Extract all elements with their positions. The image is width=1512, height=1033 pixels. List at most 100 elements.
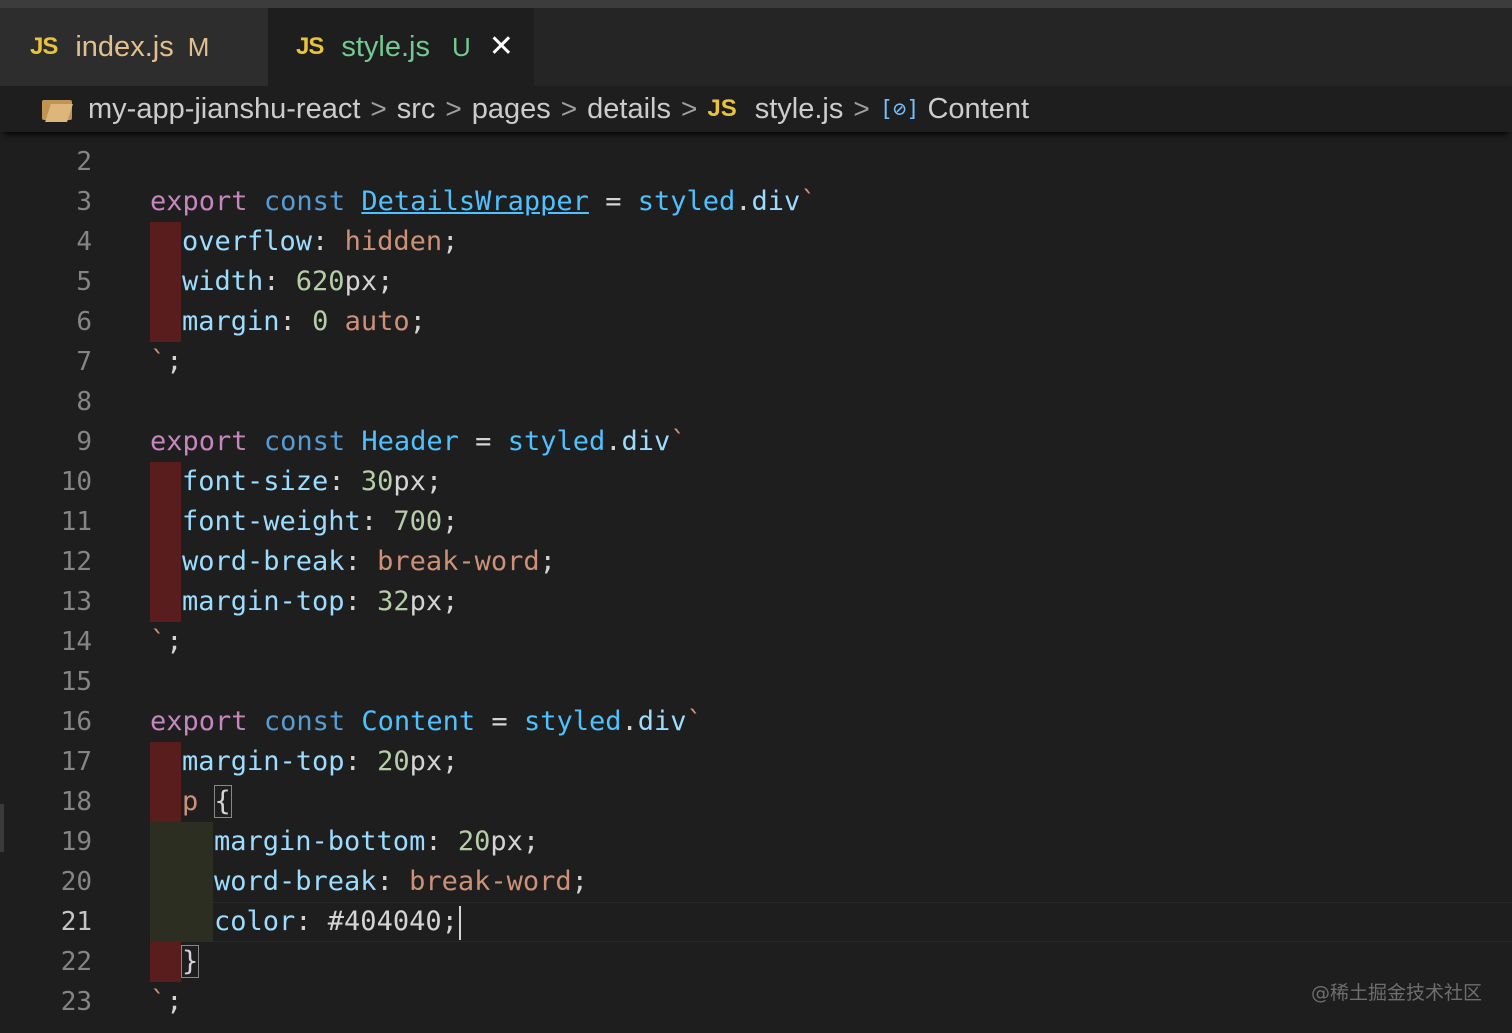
line-number: 14 xyxy=(60,627,92,657)
symbol-field-icon: [⊘] xyxy=(879,96,920,122)
line-number: 16 xyxy=(60,707,92,737)
code-line: 22 } xyxy=(0,942,1512,982)
line-number: 23 xyxy=(60,987,92,1017)
code-text: color: #404040; xyxy=(214,902,461,942)
line-number: 4 xyxy=(76,227,92,257)
modified-status-badge: M xyxy=(187,31,210,62)
breadcrumb-item-src[interactable]: src xyxy=(397,93,436,126)
code-line: 14 `; xyxy=(0,622,1512,662)
indent-highlight xyxy=(150,582,181,622)
code-text: margin-bottom: 20px; xyxy=(214,826,540,857)
code-text: font-weight: 700; xyxy=(182,506,459,537)
line-number: 21 xyxy=(60,907,92,937)
indent-highlight xyxy=(150,462,181,502)
breadcrumb-item-file[interactable]: style.js xyxy=(755,93,844,126)
line-number: 10 xyxy=(60,467,92,497)
code-text: overflow: hidden; xyxy=(182,226,459,257)
line-number: 3 xyxy=(76,187,92,217)
code-text: `; xyxy=(150,986,183,1017)
js-file-icon: JS xyxy=(296,33,324,60)
code-editor[interactable]: 2 3 export const DetailsWrapper = styled… xyxy=(0,132,1512,1033)
chevron-right-icon: > xyxy=(680,93,698,124)
code-line: 18 p { xyxy=(0,782,1512,822)
tab-label: style.js xyxy=(341,30,430,63)
folder-icon xyxy=(42,98,73,122)
code-line: 7 `; xyxy=(0,342,1512,382)
indent-highlight xyxy=(150,822,213,862)
line-number: 20 xyxy=(60,867,92,897)
code-line: 19 margin-bottom: 20px; xyxy=(0,822,1512,862)
line-number: 13 xyxy=(60,587,92,617)
line-number: 18 xyxy=(60,787,92,817)
indent-highlight xyxy=(150,742,181,782)
code-line: 11 font-weight: 700; xyxy=(0,502,1512,542)
indent-highlight xyxy=(150,862,213,902)
line-number: 8 xyxy=(76,387,92,417)
code-text: margin: 0 auto; xyxy=(182,306,426,337)
line-number: 7 xyxy=(76,347,92,377)
code-text: export const Content = styled.div` xyxy=(150,706,703,737)
code-text: `; xyxy=(150,626,183,657)
indent-highlight xyxy=(150,222,181,262)
code-text: } xyxy=(180,945,200,978)
line-number: 5 xyxy=(76,267,92,297)
line-number: 12 xyxy=(60,547,92,577)
indent-highlight xyxy=(150,782,181,822)
code-line: 5 width: 620px; xyxy=(0,262,1512,302)
code-line: 8 xyxy=(0,382,1512,422)
code-text: font-size: 30px; xyxy=(182,466,443,497)
tab-bar: JS index.js M JS style.js U ✕ xyxy=(0,8,1512,86)
sash-indicator xyxy=(0,804,4,852)
line-number: 19 xyxy=(60,827,92,857)
chevron-right-icon: > xyxy=(853,93,870,124)
line-number: 22 xyxy=(60,947,92,977)
breadcrumb-item-project[interactable]: my-app-jianshu-react xyxy=(88,93,360,126)
code-line: 4 overflow: hidden; xyxy=(0,222,1512,262)
code-text: export const DetailsWrapper = styled.div… xyxy=(150,186,817,217)
code-line: 17 margin-top: 20px; xyxy=(0,742,1512,782)
code-text: margin-top: 32px; xyxy=(182,586,459,617)
code-text: word-break: break-word; xyxy=(214,866,588,897)
code-line: 6 margin: 0 auto; xyxy=(0,302,1512,342)
code-line: 13 margin-top: 32px; xyxy=(0,582,1512,622)
code-text: margin-top: 20px; xyxy=(182,746,459,777)
code-text: width: 620px; xyxy=(182,266,394,297)
breadcrumb-item-symbol[interactable]: Content xyxy=(927,93,1029,126)
indent-highlight xyxy=(150,902,213,942)
code-line: 12 word-break: break-word; xyxy=(0,542,1512,582)
indent-highlight xyxy=(150,542,181,582)
line-number: 9 xyxy=(76,427,92,457)
text-cursor xyxy=(458,905,461,940)
code-line: 10 font-size: 30px; xyxy=(0,462,1512,502)
line-number: 17 xyxy=(60,747,92,777)
breadcrumb-item-details[interactable]: details xyxy=(587,93,671,126)
js-file-icon: JS xyxy=(30,33,58,60)
code-text: `; xyxy=(150,346,183,377)
breadcrumb: my-app-jianshu-react > src > pages > det… xyxy=(0,86,1512,132)
line-number: 6 xyxy=(76,307,92,337)
line-number: 15 xyxy=(60,667,92,697)
code-line: 15 xyxy=(0,662,1512,702)
code-line: 23 `; xyxy=(0,982,1512,1022)
code-line-current: 21 color: #404040; xyxy=(0,902,1512,942)
js-file-icon: JS xyxy=(707,95,737,122)
indent-highlight xyxy=(150,302,181,342)
untracked-status-badge: U xyxy=(452,31,471,62)
indent-highlight xyxy=(150,262,181,302)
window-top-strip xyxy=(0,0,1512,8)
code-line: 3 export const DetailsWrapper = styled.d… xyxy=(0,182,1512,222)
watermark: @稀土掘金技术社区 xyxy=(1310,982,1482,1004)
indent-highlight xyxy=(150,502,181,542)
line-number: 11 xyxy=(60,507,92,537)
code-text: word-break: break-word; xyxy=(182,546,556,577)
close-icon[interactable]: ✕ xyxy=(489,32,514,62)
breadcrumb-item-pages[interactable]: pages xyxy=(472,93,551,126)
tab-index-js[interactable]: JS index.js M xyxy=(0,8,268,86)
chevron-right-icon: > xyxy=(445,93,462,124)
tab-label: index.js xyxy=(75,30,174,63)
code-line: 16 export const Content = styled.div` xyxy=(0,702,1512,742)
code-line: 20 word-break: break-word; xyxy=(0,862,1512,902)
tab-style-js[interactable]: JS style.js U ✕ xyxy=(268,8,534,86)
code-line: 9 export const Header = styled.div` xyxy=(0,422,1512,462)
line-number: 2 xyxy=(76,147,92,177)
